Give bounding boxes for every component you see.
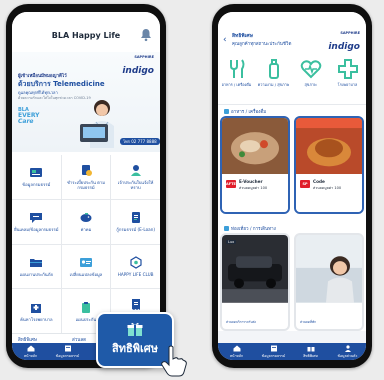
tile-update-info[interactable]: เปลี่ยนแปลงข้อมูล [61, 244, 111, 289]
nav-policy[interactable]: ข้อมูลกรมธรรม์ [255, 343, 292, 360]
profile-icon [344, 344, 351, 352]
id-card-icon [79, 257, 92, 267]
section-travel: ท่องเที่ยว / การเดินทาง [224, 225, 276, 232]
policy-card-icon [30, 168, 43, 178]
section-dining-icon [224, 109, 229, 114]
indigo-logo: SAPPHIRE indigo [328, 31, 360, 52]
banner-headline: ผู้เข้าเหมือนมีหมอญาติไว้ [18, 74, 67, 79]
nav-home[interactable]: หน้าหลัก [218, 343, 255, 360]
offer-subtitle: ส่วนลดมูลค่า 100 [313, 186, 342, 191]
page-subtitle: คุณลูกค้าทุกสถานะประกันชีวิต [232, 42, 292, 47]
claim-person-icon [130, 164, 141, 176]
offer-caption: ส่วนลดบริการรถรับส่ง [226, 320, 256, 324]
offer-caption: ส่วนลดที่พัก [300, 320, 317, 324]
tile-savings[interactable]: ค่าคม [61, 199, 111, 244]
tile-happy-life-club[interactable]: HAPPY LIFE CLUB [111, 244, 160, 289]
food-photo [296, 118, 362, 175]
tile-claim-notice[interactable]: เจ้าประกันใบแจ้งให้ทราบ [111, 155, 160, 199]
food-photo [222, 118, 288, 175]
chat-bubble-icon [30, 213, 43, 223]
bla-every-care-logo: BLA EVERY Care [18, 107, 40, 125]
beauty-icon [268, 59, 279, 79]
offer-card-car[interactable]: Lux ส่วนลดบริการรถรับส่ง [220, 233, 290, 331]
nav-home[interactable]: หน้าหลัก [12, 343, 49, 360]
tile-e-loan[interactable]: กู้กรมธรรม์ (E-Loan) [111, 199, 160, 244]
category-hospital[interactable]: โรงพยาบาล [330, 54, 366, 104]
nav-policy[interactable]: ข้อมูลกรมธรรม์ [49, 343, 86, 360]
brand-logo: SP [300, 180, 310, 189]
medical-cross-icon [337, 59, 358, 79]
tile-claim-submit[interactable]: ยื่นเคลม/ข้อมูลกรมธรรม์ [12, 199, 61, 244]
peek-discount-label: ส่วนลด [72, 338, 87, 343]
privilege-screen: ‹ สิทธิพิเศษ คุณลูกค้าทุกสถานะประกันชีวิ… [218, 12, 366, 360]
offer-card-evoucher[interactable]: AFTER E-Voucher ส่วนลดมูลค่า 100 [220, 116, 290, 214]
document-icon [131, 212, 140, 223]
policy-icon [64, 345, 71, 351]
app-header: BLA Happy Life [12, 12, 160, 53]
folder-icon [30, 258, 43, 267]
section-travel-icon [224, 226, 229, 231]
promo-banner[interactable]: SAPPHIRE indigo ผู้เข้าเหมือนมีหมอญาติไว… [12, 52, 160, 152]
plan-icon [81, 301, 90, 313]
home-icon [27, 345, 34, 351]
home-screen: BLA Happy Life SAPPHIRE indigo ผู้เข้าเห… [12, 12, 160, 360]
person-photo [296, 235, 362, 303]
policy-icon [270, 345, 277, 351]
offer-title: E-Voucher [239, 179, 263, 185]
gift-icon [127, 322, 143, 336]
nav-privilege[interactable]: สิทธิพิเศษ [292, 343, 329, 360]
tile-pay-premium[interactable]: ชำระเบี้ยประกัน ตามกรมธรรม์ [61, 155, 111, 199]
club-icon [130, 256, 142, 269]
page-title: สิทธิพิเศษ [232, 33, 253, 39]
gift-icon [307, 346, 314, 351]
tap-hand-icon [161, 345, 187, 377]
home-icon [233, 345, 240, 351]
dining-icon [229, 59, 244, 78]
app-title: BLA Happy Life [51, 31, 121, 40]
payment-coin-icon [81, 164, 92, 176]
piggy-icon [80, 213, 92, 222]
notification-bell-icon[interactable] [140, 28, 152, 42]
tile-insurance-plan[interactable]: แผนงานประกันภัย [12, 244, 61, 289]
feature-grid: ข้อมูลกรมธรรม์ ชำระเบี้ยประกัน ตามกรมธรร… [12, 155, 160, 333]
offer-title: Code [313, 179, 325, 185]
category-dining[interactable]: อาหาร / เครื่องดื่ม [219, 54, 255, 104]
car-photo [222, 235, 288, 303]
scroll-peek [218, 331, 366, 343]
offer-subtitle: ส่วนลดมูลค่า 100 [239, 186, 268, 191]
category-row: อาหาร / เครื่องดื่ม ความงาม / สุขภาพ สุข… [218, 54, 366, 105]
phone-frame-right: ‹ สิทธิพิเศษ คุณลูกค้าทุกสถานะประกันชีวิ… [212, 4, 372, 368]
brand-tag: Lux [226, 240, 237, 244]
indigo-logo: SAPPHIRE indigo [122, 55, 154, 76]
privilege-header: ‹ สิทธิพิเศษ คุณลูกค้าทุกสถานะประกันชีวิ… [218, 12, 366, 52]
laptop-illustration [80, 124, 108, 142]
brand-logo: AFTER [226, 180, 239, 189]
health-heart-icon [300, 60, 321, 79]
peek-privilege-label: สิทธิพิเศษ [18, 338, 37, 343]
offer-card-stay[interactable]: ส่วนลดที่พัก [294, 233, 364, 331]
offer-card-code[interactable]: SP Code ส่วนลดมูลค่า 100 [294, 116, 364, 214]
section-dining: อาหาร / เครื่องดื่ม [224, 108, 266, 115]
tile-find-hospital[interactable]: ค้นหาโรงพยาบาล [12, 289, 61, 333]
nav-profile[interactable]: ข้อมูลส่วนตัว [329, 343, 366, 360]
callout-label: สิทธิพิเศษ [112, 342, 158, 355]
back-arrow-icon[interactable]: ‹ [223, 36, 227, 45]
category-health[interactable]: สุขภาพ [293, 54, 329, 104]
tile-policy-info[interactable]: ข้อมูลกรมธรรม์ [12, 155, 61, 199]
offer-card-footer: AFTER E-Voucher ส่วนลดมูลค่า 100 [222, 174, 288, 212]
call-cta[interactable]: โทร 02 777 8888 [120, 138, 160, 145]
category-beauty[interactable]: ความงาม / สุขภาพ [256, 54, 292, 104]
offer-card-footer: SP Code ส่วนลดมูลค่า 100 [296, 174, 362, 212]
bottom-nav: หน้าหลัก ข้อมูลกรมธรรม์ สิทธิพิเศษ ข้อมู… [218, 343, 366, 360]
receipt-icon [131, 298, 140, 310]
hospital-icon [31, 303, 42, 313]
